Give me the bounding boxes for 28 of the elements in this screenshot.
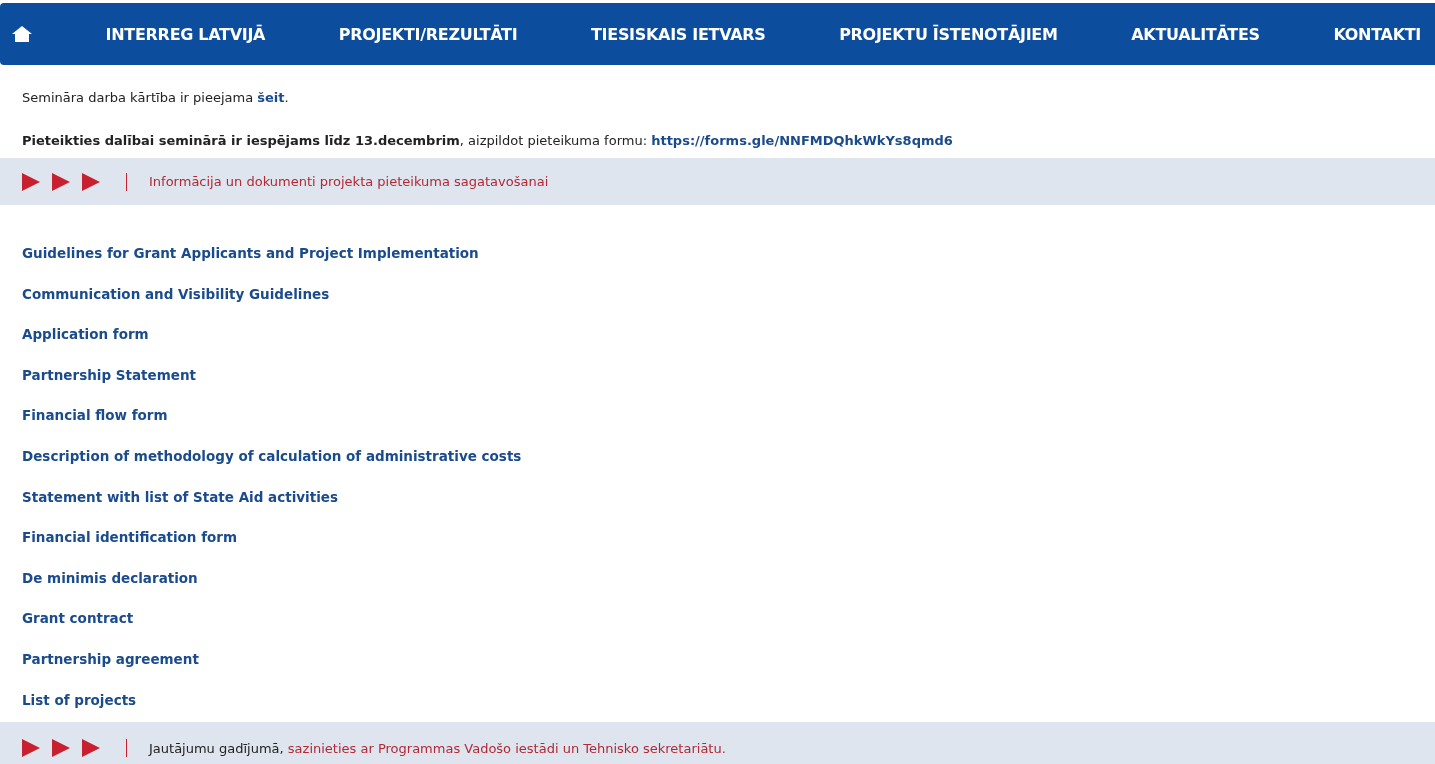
triple-arrow-icon: [22, 739, 100, 758]
nav-link[interactable]: KONTAKTI: [1333, 24, 1421, 44]
nav-link[interactable]: PROJEKTI/REZULTĀTI: [338, 24, 518, 44]
document-link[interactable]: Communication and Visibility Guidelines: [22, 273, 330, 315]
home-icon[interactable]: [12, 26, 32, 42]
inline-link[interactable]: šeit: [257, 90, 285, 105]
intro-paragraph: Semināra darba kārtība ir pieejama šeit.: [22, 89, 290, 106]
section-heading: Informācija un dokumenti projekta pieteikuma sagatavošanai: [149, 174, 549, 189]
document-link[interactable]: Partnership Statement: [22, 354, 196, 396]
document-link[interactable]: Partnership agreement: [22, 638, 199, 680]
contact-link[interactable]: sazinieties ar Programmas Vadošo iestādi un Tehnisko sekretariātu.: [287, 740, 726, 756]
document-link[interactable]: Financial identification form: [22, 517, 238, 558]
nav-link[interactable]: AKTUALITĀTES: [1131, 24, 1260, 44]
document-link[interactable]: De minimis declaration: [22, 557, 198, 599]
nav-link[interactable]: PROJEKTU ĪSTENOTĀJIEM: [839, 24, 1058, 44]
document-link[interactable]: Guidelines for Grant Applicants and Project Implementation: [22, 233, 479, 274]
contact-sentence: Jautājumu gadījumā, sazinieties ar Programmas Vadošo iestādi un Tehnisko sekretariātu.: [149, 740, 726, 756]
nav-link[interactable]: TIESISKAIS IETVARS: [591, 24, 766, 44]
triple-arrow-icon: [22, 172, 100, 191]
document-link[interactable]: Application form: [22, 314, 149, 355]
document-link[interactable]: Description of methodology of calculation of administrative costs: [22, 435, 522, 477]
document-link[interactable]: List of projects: [22, 679, 137, 721]
inline-link[interactable]: https://forms.gle/NNFMDQhkWkYs8qmd6: [651, 133, 953, 148]
intro-paragraph: Pieteikties dalībai seminārā ir iespējams līdz 13.decembrim, aizpildot pieteikuma formu: https://forms.gle/NNFMDQhkWkYs8qmd6: [22, 132, 954, 149]
document-link[interactable]: Statement with list of State Aid activities: [22, 476, 338, 518]
document-link[interactable]: Grant contract: [22, 598, 134, 639]
document-link[interactable]: Financial flow form: [22, 395, 168, 436]
nav-link[interactable]: INTERREG LATVIJĀ: [105, 24, 266, 44]
